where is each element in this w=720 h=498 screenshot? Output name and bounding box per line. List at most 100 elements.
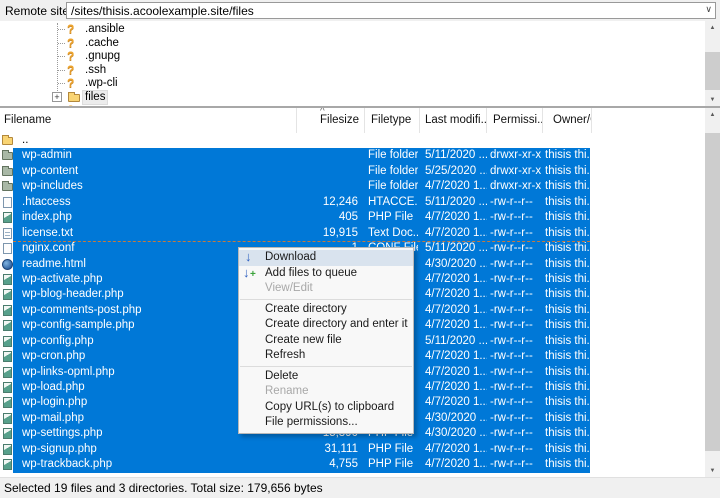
tree-scrollbar-thumb[interactable] (705, 52, 720, 90)
menu-item-label: Create new file (265, 334, 342, 346)
file-row[interactable]: wp-includesFile folder4/7/2020 1...drwxr… (0, 179, 704, 194)
filename-cell: wp-trackback.php (22, 457, 297, 472)
file-row[interactable]: license.txt19,915Text Doc...4/7/2020 1..… (0, 226, 704, 241)
column-header-permissi[interactable]: Permissi... (487, 108, 543, 133)
remote-site-combo[interactable]: /sites/thisis.acoolexample.site/files ∨ (66, 2, 716, 19)
file-row[interactable]: .htaccess12,246HTACCE...5/11/2020 ...-rw… (0, 195, 704, 210)
permissions-cell: -rw-r--r-- (490, 349, 543, 364)
menu-item-add-files-to-queue[interactable]: Add files to queue (239, 266, 413, 282)
tree-item-files[interactable]: + files (0, 91, 704, 105)
php-icon (3, 212, 12, 223)
menu-item-rename: Rename (239, 384, 413, 400)
filename-cell: .. (22, 133, 297, 148)
menu-separator (240, 366, 412, 367)
owner-cell: thisis thi... (545, 179, 590, 194)
column-header-ownerg[interactable]: Owner/G... (543, 108, 592, 133)
permissions-cell: -rw-r--r-- (490, 195, 543, 210)
menu-item-label: Create directory (265, 303, 347, 315)
menu-item-create-directory[interactable]: Create directory (239, 302, 413, 318)
tree-branch-line (58, 70, 65, 71)
file-row[interactable]: .. (0, 133, 704, 148)
column-header-filename[interactable]: Filename (0, 108, 297, 133)
menu-item-label: View/Edit (265, 282, 313, 294)
modified-cell: 4/7/2020 1... (425, 179, 487, 194)
menu-item-file-permissions[interactable]: File permissions... (239, 415, 413, 431)
permissions-cell: -rw-r--r-- (490, 272, 543, 287)
tree-item-label: .ansible (85, 23, 125, 36)
tree-item-label: .gnupg (85, 50, 120, 63)
column-header-filetype[interactable]: Filetype (365, 108, 420, 133)
owner-cell: thisis thi... (545, 365, 590, 380)
scroll-up-icon[interactable]: ▲ (705, 21, 720, 35)
scroll-down-icon[interactable]: ▼ (705, 464, 720, 477)
filename-cell: wp-signup.php (22, 442, 297, 457)
scroll-down-icon[interactable]: ▼ (705, 93, 720, 107)
tree-item-.ansible[interactable]: .ansible (0, 23, 704, 37)
filename-cell: wp-includes (22, 179, 297, 194)
remote-site-bar: Remote site: /sites/thisis.acoolexample.… (0, 0, 720, 21)
file-row[interactable]: wp-contentFile folder5/25/2020 ...drwxr-… (0, 164, 704, 179)
folder-g-icon (2, 168, 13, 176)
folder-up-icon (2, 137, 13, 145)
permissions-cell: -rw-r--r-- (490, 334, 543, 349)
file-row[interactable]: index.php405PHP File4/7/2020 1...-rw-r--… (0, 210, 704, 225)
tree-item-label: files (83, 91, 107, 104)
menu-item-label: Refresh (265, 349, 305, 361)
tree-scrollbar[interactable]: ▲ ▼ (705, 21, 720, 107)
owner-cell: thisis thi... (545, 257, 590, 272)
tree-item-.wp-cli[interactable]: .wp-cli (0, 77, 704, 91)
menu-item-create-directory-and-enter-it[interactable]: Create directory and enter it (239, 317, 413, 333)
owner-cell: thisis thi... (545, 195, 590, 210)
menu-item-download[interactable]: Download (239, 250, 413, 266)
scroll-up-icon[interactable]: ▲ (705, 108, 720, 122)
permissions-cell: -rw-r--r-- (490, 303, 543, 318)
owner-cell: thisis thi... (545, 395, 590, 410)
menu-item-delete[interactable]: Delete (239, 369, 413, 385)
menu-item-refresh[interactable]: Refresh (239, 348, 413, 364)
add-queue-icon (243, 266, 257, 281)
filetype-cell: HTACCE... (368, 195, 418, 210)
owner-cell: thisis thi... (545, 334, 590, 349)
modified-cell: 4/7/2020 1... (425, 210, 487, 225)
owner-cell: thisis thi... (545, 442, 590, 457)
tree-item-.ssh[interactable]: .ssh (0, 64, 704, 78)
php-icon (3, 274, 12, 285)
modified-cell: 4/7/2020 1... (425, 318, 487, 333)
permissions-cell (490, 133, 543, 148)
menu-item-create-new-file[interactable]: Create new file (239, 333, 413, 349)
page-icon (3, 197, 12, 208)
tree-item-.gnupg[interactable]: .gnupg (0, 50, 704, 64)
owner-cell: thisis thi... (545, 380, 590, 395)
filetype-cell: PHP File (368, 442, 418, 457)
selection-summary: Selected 19 files and 3 directories. Tot… (4, 481, 323, 495)
download-icon (243, 250, 257, 265)
modified-cell: 5/25/2020 ... (425, 164, 487, 179)
modified-cell: 5/11/2020 ... (425, 195, 487, 210)
permissions-cell: -rw-r--r-- (490, 318, 543, 333)
folder-g-icon (2, 152, 13, 160)
php-icon (3, 351, 12, 362)
tree-branch-line (58, 43, 65, 44)
file-list-scrollbar-thumb[interactable] (705, 133, 720, 451)
file-row[interactable]: wp-adminFile folder5/11/2020 ...drwxr-xr… (0, 148, 704, 163)
tree-branch-line (58, 29, 65, 30)
file-row[interactable]: wp-trackback.php4,755PHP File4/7/2020 1.… (0, 457, 704, 472)
permissions-cell: -rw-r--r-- (490, 457, 543, 472)
owner-cell: thisis thi... (545, 210, 590, 225)
filetype-cell: File folder (368, 179, 418, 194)
filename-cell: wp-content (22, 164, 297, 179)
chevron-down-icon[interactable]: ∨ (705, 4, 712, 15)
file-row[interactable]: wp-signup.php31,111PHP File4/7/2020 1...… (0, 442, 704, 457)
folder-icon (68, 94, 80, 102)
owner-cell (545, 133, 590, 148)
column-header-lastmodifi[interactable]: Last modifi... (420, 108, 487, 133)
column-header-filesize[interactable]: Filesize (297, 108, 365, 133)
expand-plus-icon[interactable]: + (52, 92, 62, 102)
modified-cell: 4/7/2020 1... (425, 395, 487, 410)
modified-cell: 5/11/2020 ... (425, 334, 487, 349)
folder-g-icon (2, 183, 13, 191)
menu-item-copy-url-s-to-clipboard[interactable]: Copy URL(s) to clipboard (239, 400, 413, 416)
file-list-scrollbar[interactable]: ▲ ▼ (705, 108, 720, 477)
tree-item-.cache[interactable]: .cache (0, 37, 704, 51)
menu-item-label: Rename (265, 385, 308, 397)
